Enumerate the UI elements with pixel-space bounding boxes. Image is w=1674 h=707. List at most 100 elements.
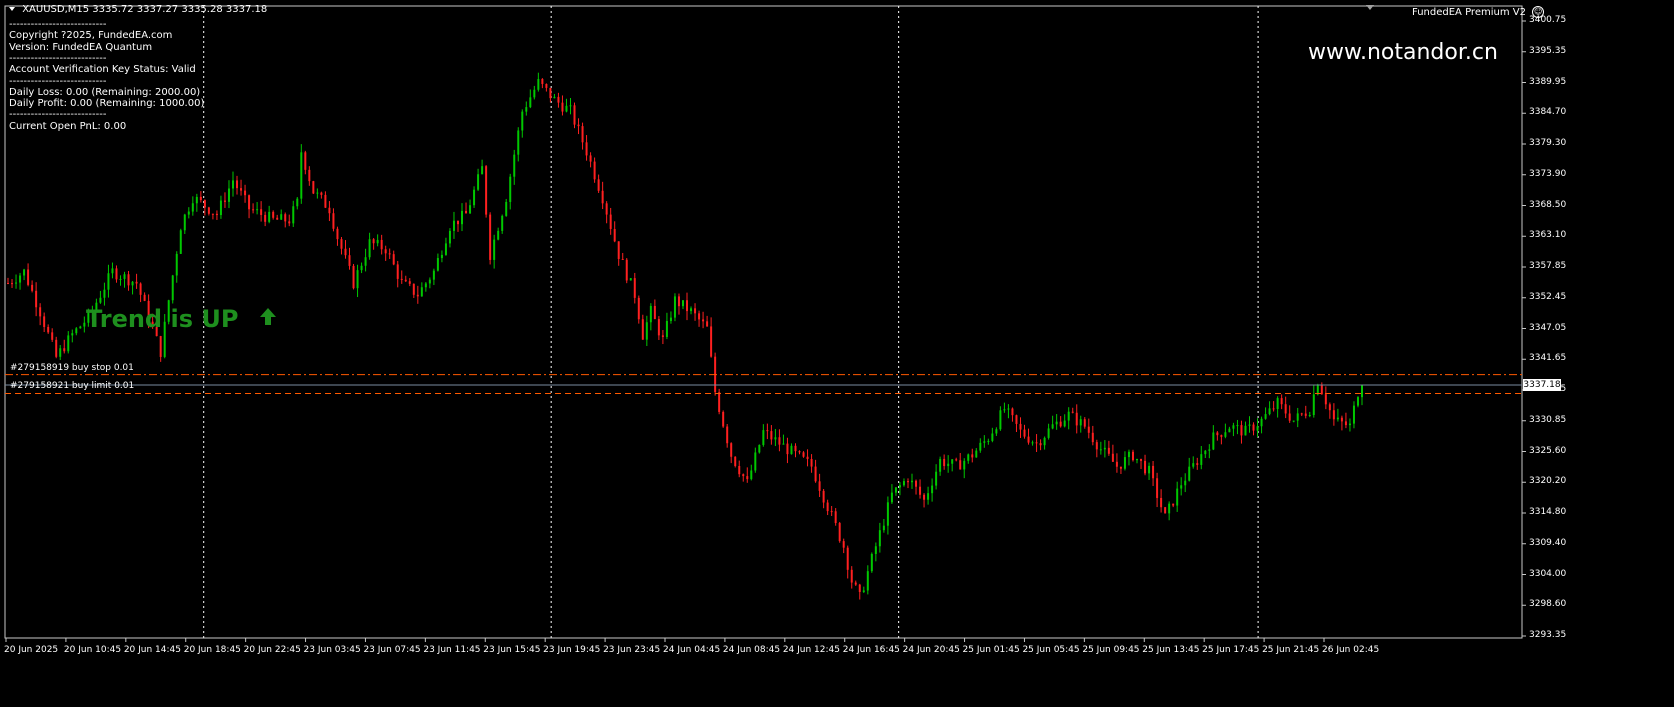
candle-bull — [123, 274, 126, 279]
time-tick-label: 23 Jun 19:45 — [543, 645, 601, 655]
candle-bear — [834, 511, 837, 524]
candle-bear — [264, 214, 267, 222]
candle-bear — [288, 221, 291, 224]
candle-bull — [987, 440, 990, 442]
candle-bull — [67, 335, 70, 352]
candle-bear — [1284, 404, 1287, 414]
time-tick-label: 24 Jun 16:45 — [842, 645, 900, 655]
candle-bull — [183, 214, 186, 231]
candle-bear — [1083, 419, 1086, 427]
chart-window[interactable]: XAUUSD,M15 3335.72 3337.27 3335.28 3337.… — [0, 0, 1674, 707]
candle-bear — [384, 249, 387, 254]
time-tick-label: 24 Jun 08:45 — [722, 645, 781, 655]
candle-bear — [412, 283, 415, 295]
candle-bull — [79, 326, 82, 329]
candle-bull — [898, 485, 901, 488]
candle-bull — [894, 487, 897, 493]
candle-bear — [601, 190, 604, 204]
time-tick-label: 25 Jun 13:45 — [1142, 645, 1200, 655]
candle-bull — [187, 211, 190, 215]
candle-bear — [798, 451, 801, 453]
candle-bear — [557, 96, 560, 103]
price-tick-label: 3395.35 — [1529, 45, 1567, 56]
time-tick-label: 24 Jun 12:45 — [782, 645, 840, 655]
candle-bear — [766, 430, 769, 432]
candle-bear — [240, 188, 243, 191]
candle-bull — [890, 492, 893, 503]
candle-bull — [525, 107, 528, 112]
candle-bear — [127, 274, 130, 286]
candle-bear — [276, 217, 279, 220]
time-tick-label: 23 Jun 07:45 — [363, 645, 421, 655]
time-tick-label: 25 Jun 09:45 — [1082, 645, 1140, 655]
price-tick-label: 3320.20 — [1529, 476, 1567, 487]
candle-bear — [955, 459, 958, 461]
candle-bull — [1003, 409, 1006, 411]
candle-bull — [292, 206, 295, 224]
candle-bull — [1176, 488, 1179, 506]
info-panel-line: Daily Loss: 0.00 (Remaining: 2000.00) — [9, 86, 201, 98]
candle-bull — [59, 348, 62, 357]
candle-bull — [231, 180, 234, 189]
candle-bear — [1152, 465, 1155, 479]
bid-price-label: 3337.18 — [1523, 379, 1561, 392]
candle-bear — [236, 180, 239, 189]
candle-bull — [1127, 451, 1130, 458]
candle-bull — [874, 546, 877, 554]
candle-bull — [1103, 447, 1106, 450]
watermark-url: www.notandor.cn — [1308, 40, 1498, 65]
candle-bear — [597, 179, 600, 191]
candle-bear — [641, 319, 644, 340]
candle-bear — [971, 454, 974, 458]
candle-bear — [372, 239, 375, 244]
candle-bear — [854, 582, 857, 585]
candle-bull — [882, 525, 885, 531]
candle-bear — [143, 294, 146, 301]
candle-bear — [1107, 447, 1110, 454]
candle-bear — [943, 458, 946, 467]
candle-bear — [621, 258, 624, 260]
candle-bear — [388, 253, 391, 255]
candle-bear — [605, 203, 608, 215]
candlestick-chart[interactable] — [0, 0, 1674, 707]
candle-bear — [959, 460, 962, 470]
candle-bear — [846, 547, 849, 570]
candle-bear — [1252, 424, 1255, 431]
candle-bull — [569, 105, 572, 107]
candle-bear — [589, 155, 592, 162]
candle-bear — [1300, 413, 1303, 415]
candle-bull — [1336, 417, 1339, 420]
time-tick-label: 23 Jun 15:45 — [483, 645, 541, 655]
candle-bull — [376, 239, 379, 244]
candle-bear — [272, 211, 275, 218]
candle-bear — [698, 313, 701, 320]
candle-bear — [702, 319, 705, 322]
dropdown-triangle-icon[interactable] — [9, 7, 15, 11]
price-tick-label: 3379.30 — [1529, 138, 1567, 148]
price-tick-label: 3389.95 — [1529, 76, 1567, 87]
candle-bull — [1212, 432, 1215, 450]
candle-bear — [1144, 460, 1147, 474]
shift-marker-icon[interactable] — [1366, 5, 1374, 10]
candle-bear — [344, 248, 347, 256]
candle-bear — [694, 308, 697, 314]
candle-bear — [609, 214, 612, 229]
candle-bear — [778, 437, 781, 445]
candle-bear — [822, 490, 825, 503]
candle-bull — [424, 283, 427, 288]
candle-bull — [469, 205, 472, 214]
candle-bull — [360, 265, 363, 271]
candle-bear — [802, 452, 805, 457]
candle-bear — [1240, 425, 1243, 436]
info-panel-line: Copyright ?2025, FundedEA.com — [9, 30, 173, 42]
candle-bear — [573, 105, 576, 125]
candle-bear — [814, 466, 817, 482]
candle-bear — [456, 220, 459, 225]
candle-bull — [782, 443, 785, 445]
candle-bull — [191, 203, 194, 212]
candle-bull — [1296, 413, 1299, 421]
candle-bear — [730, 443, 733, 457]
candle-bull — [878, 530, 881, 547]
candle-bear — [1039, 443, 1042, 446]
candle-bear — [260, 209, 263, 215]
